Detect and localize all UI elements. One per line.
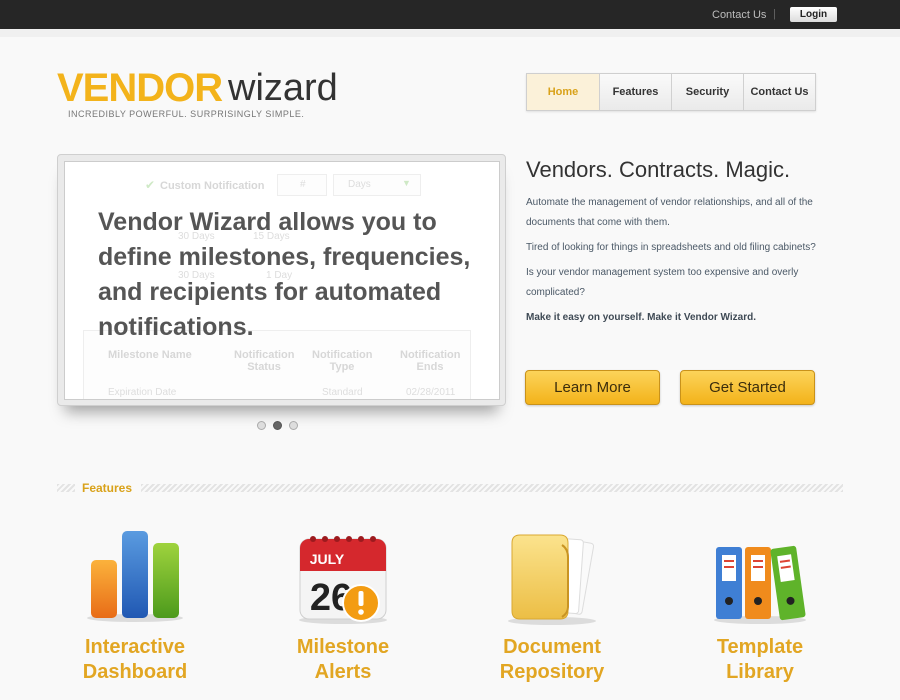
- feature-label-line1: Interactive: [84, 636, 186, 658]
- intro-paragraph-1: Automate the management of vendor relati…: [526, 197, 813, 228]
- main-nav: Home Features Security Contact Us: [526, 73, 816, 111]
- chevron-down-icon: ▼: [402, 178, 411, 188]
- bar-chart-icon: [85, 525, 185, 625]
- slider-dot-2[interactable]: [273, 421, 282, 430]
- heading-stripes-right: [141, 484, 843, 492]
- intro-headline: Vendors. Contracts. Magic.: [526, 157, 791, 182]
- binders-icon: [710, 525, 810, 625]
- days-select: Days ▼: [333, 174, 421, 196]
- feature-template-library[interactable]: Template Library: [675, 525, 845, 700]
- slider-dots: [257, 421, 298, 430]
- check-icon: ✔: [145, 178, 156, 192]
- td-notification-ends: 02/28/2011: [406, 387, 456, 398]
- feature-label-line1: Template: [716, 636, 804, 658]
- top-contact-link[interactable]: Contact Us: [712, 9, 766, 21]
- intro-paragraph-4: Make it easy on yourself. Make it Vendor…: [526, 312, 756, 323]
- slider-dot-3[interactable]: [289, 421, 298, 430]
- feature-label-line2: Alerts: [314, 661, 372, 683]
- get-started-button[interactable]: Get Started: [680, 370, 815, 405]
- td-milestone-name: Expiration Date: [108, 387, 177, 398]
- top-separator: |: [773, 8, 776, 20]
- header-band: [0, 29, 900, 37]
- feature-label-line2: Repository: [499, 661, 605, 683]
- logo-wizard-text: wizard: [228, 67, 338, 109]
- feature-interactive-dashboard[interactable]: Interactive Dashboard: [50, 525, 220, 700]
- logo[interactable]: VENDOR wizard INCREDIBLY POWERFUL. SURPR…: [57, 66, 357, 120]
- days-input-value: #: [300, 179, 306, 190]
- th-notification-status: Notification Status: [234, 349, 295, 373]
- custom-notification-label: Custom Notification: [160, 180, 265, 192]
- intro-paragraph-3: Is your vendor management system too exp…: [526, 267, 799, 298]
- feature-label-line1: Document: [503, 636, 601, 658]
- calendar-month: JULY: [310, 551, 345, 567]
- login-button[interactable]: Login: [790, 7, 837, 22]
- th-milestone-name: Milestone Name: [108, 349, 192, 361]
- logo-vendor-text: VENDOR: [57, 66, 223, 110]
- top-bar: Contact Us | Login: [0, 0, 900, 29]
- nav-contact[interactable]: Contact Us: [744, 74, 815, 110]
- feature-document-repository[interactable]: Document Repository: [467, 525, 637, 700]
- slide-screen: ✔ Custom Notification # Days ▼ 30 Days 1…: [64, 161, 500, 400]
- feature-label-line2: Library: [726, 661, 794, 683]
- features-heading-label: Features: [82, 481, 133, 495]
- days-input: #: [277, 174, 327, 196]
- nav-security[interactable]: Security: [672, 74, 744, 110]
- th-notification-ends: Notification Ends: [400, 349, 461, 373]
- days-select-value: Days: [348, 179, 371, 190]
- feature-label: Milestone Alerts: [258, 635, 428, 685]
- feature-label: Template Library: [675, 635, 845, 685]
- logo-tagline: INCREDIBLY POWERFUL. SURPRISINGLY SIMPLE…: [68, 109, 305, 119]
- feature-milestone-alerts[interactable]: JULY 26 Milestone Alerts: [258, 525, 428, 700]
- folder-icon: [502, 525, 602, 625]
- td-notification-type: Standard: [322, 387, 363, 398]
- features-heading: Features: [57, 480, 843, 496]
- feature-label-line2: Dashboard: [82, 661, 188, 683]
- nav-home[interactable]: Home: [527, 74, 600, 110]
- slider-dot-1[interactable]: [257, 421, 266, 430]
- feature-label: Interactive Dashboard: [50, 635, 220, 685]
- nav-features[interactable]: Features: [600, 74, 672, 110]
- th-notification-type: Notification Type: [312, 349, 373, 373]
- feature-label-line1: Milestone: [296, 636, 390, 658]
- hero-slider: ✔ Custom Notification # Days ▼ 30 Days 1…: [57, 154, 506, 406]
- feature-label: Document Repository: [467, 635, 637, 685]
- heading-stripes-left: [57, 484, 75, 492]
- learn-more-button[interactable]: Learn More: [525, 370, 660, 405]
- slide-headline: Vendor Wizard allows you to define miles…: [98, 208, 471, 341]
- intro-paragraph-2: Tired of looking for things in spreadshe…: [526, 242, 816, 253]
- calendar-alert-icon: JULY 26: [293, 525, 393, 625]
